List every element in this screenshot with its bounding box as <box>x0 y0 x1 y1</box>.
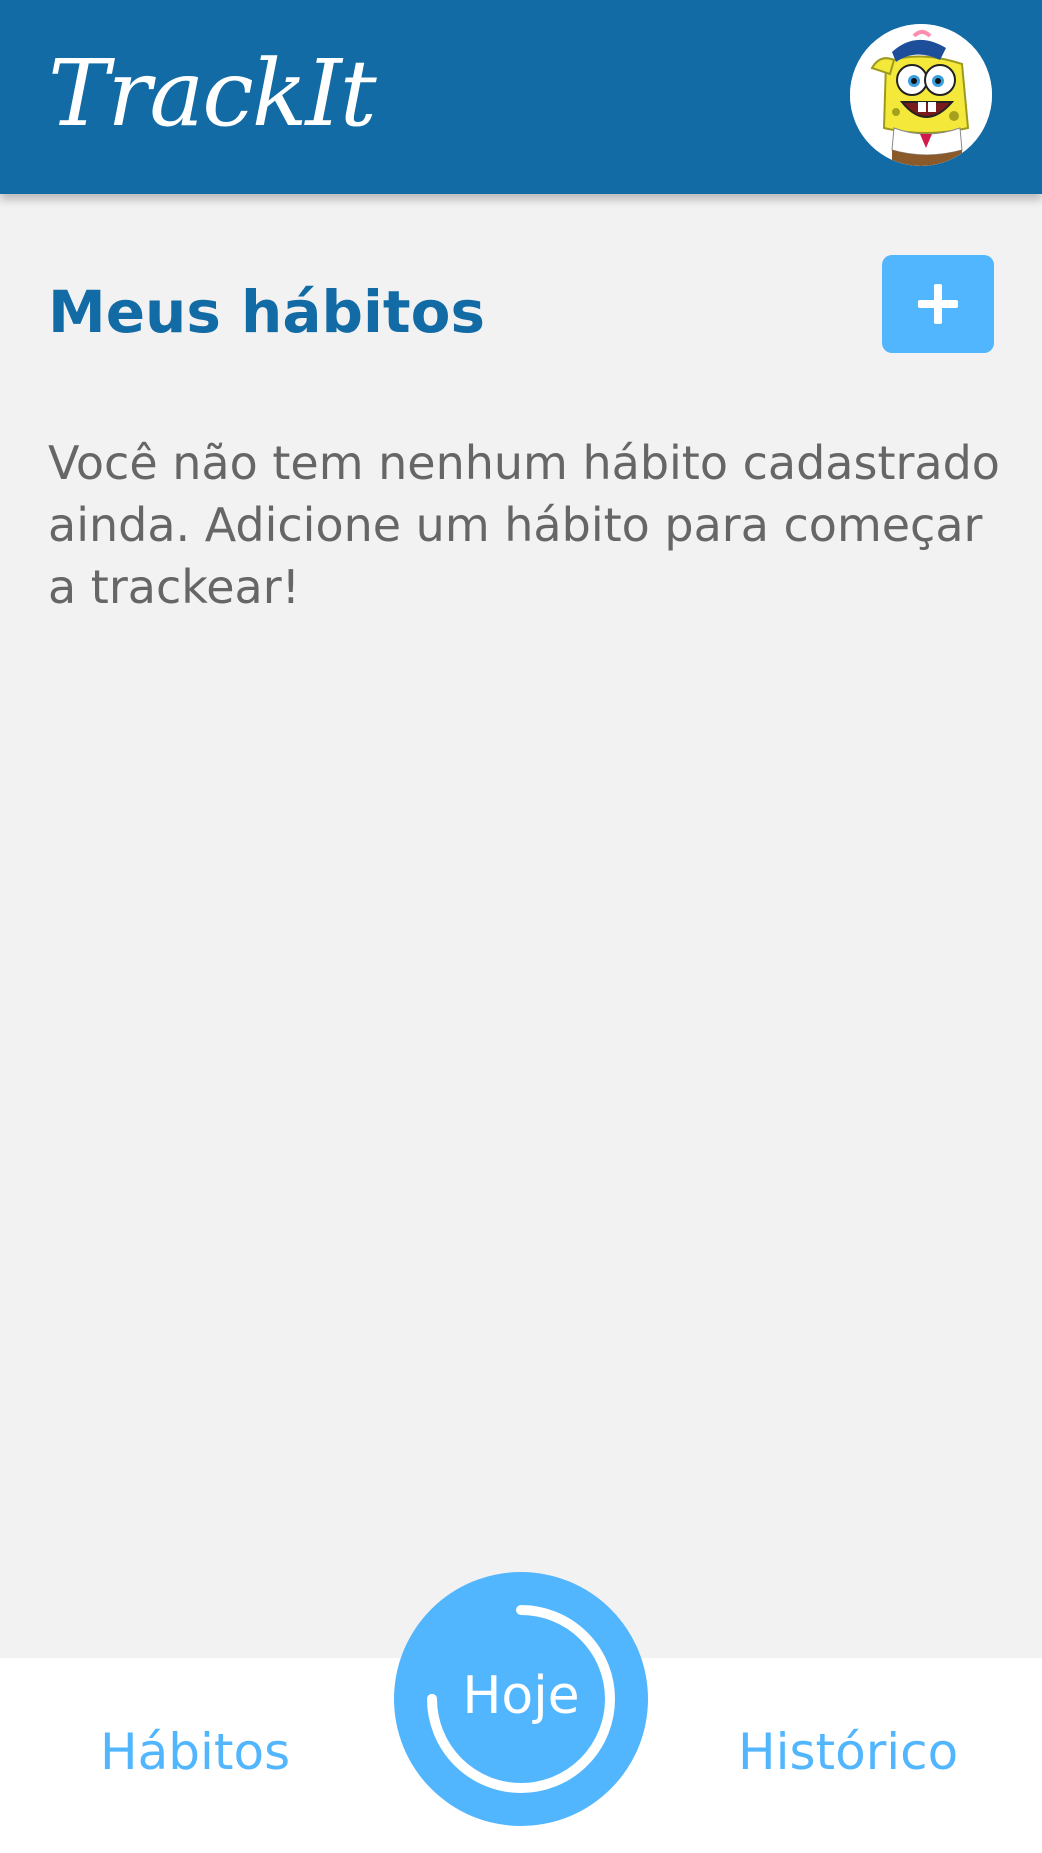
today-progress-button[interactable]: Hoje <box>394 1572 648 1826</box>
habits-header: Meus hábitos <box>48 255 994 353</box>
today-label: Hoje <box>462 1666 580 1726</box>
nav-habitos-link[interactable]: Hábitos <box>100 1720 290 1784</box>
empty-habits-message: Você não tem nenhum hábito cadastrado ai… <box>48 436 1000 614</box>
nav-historico-link[interactable]: Histórico <box>738 1720 958 1784</box>
top-bar: TrackIt <box>0 0 1042 194</box>
user-avatar[interactable] <box>850 24 992 166</box>
app-root: TrackIt Meus hábitos Você não tem nenhum… <box>0 0 1042 1853</box>
page-title: Meus hábitos <box>48 278 485 346</box>
add-habit-button[interactable] <box>882 255 994 353</box>
plus-icon-vertical <box>934 284 942 324</box>
spongebob-avatar-icon <box>850 24 992 166</box>
app-logo: TrackIt <box>48 40 377 147</box>
